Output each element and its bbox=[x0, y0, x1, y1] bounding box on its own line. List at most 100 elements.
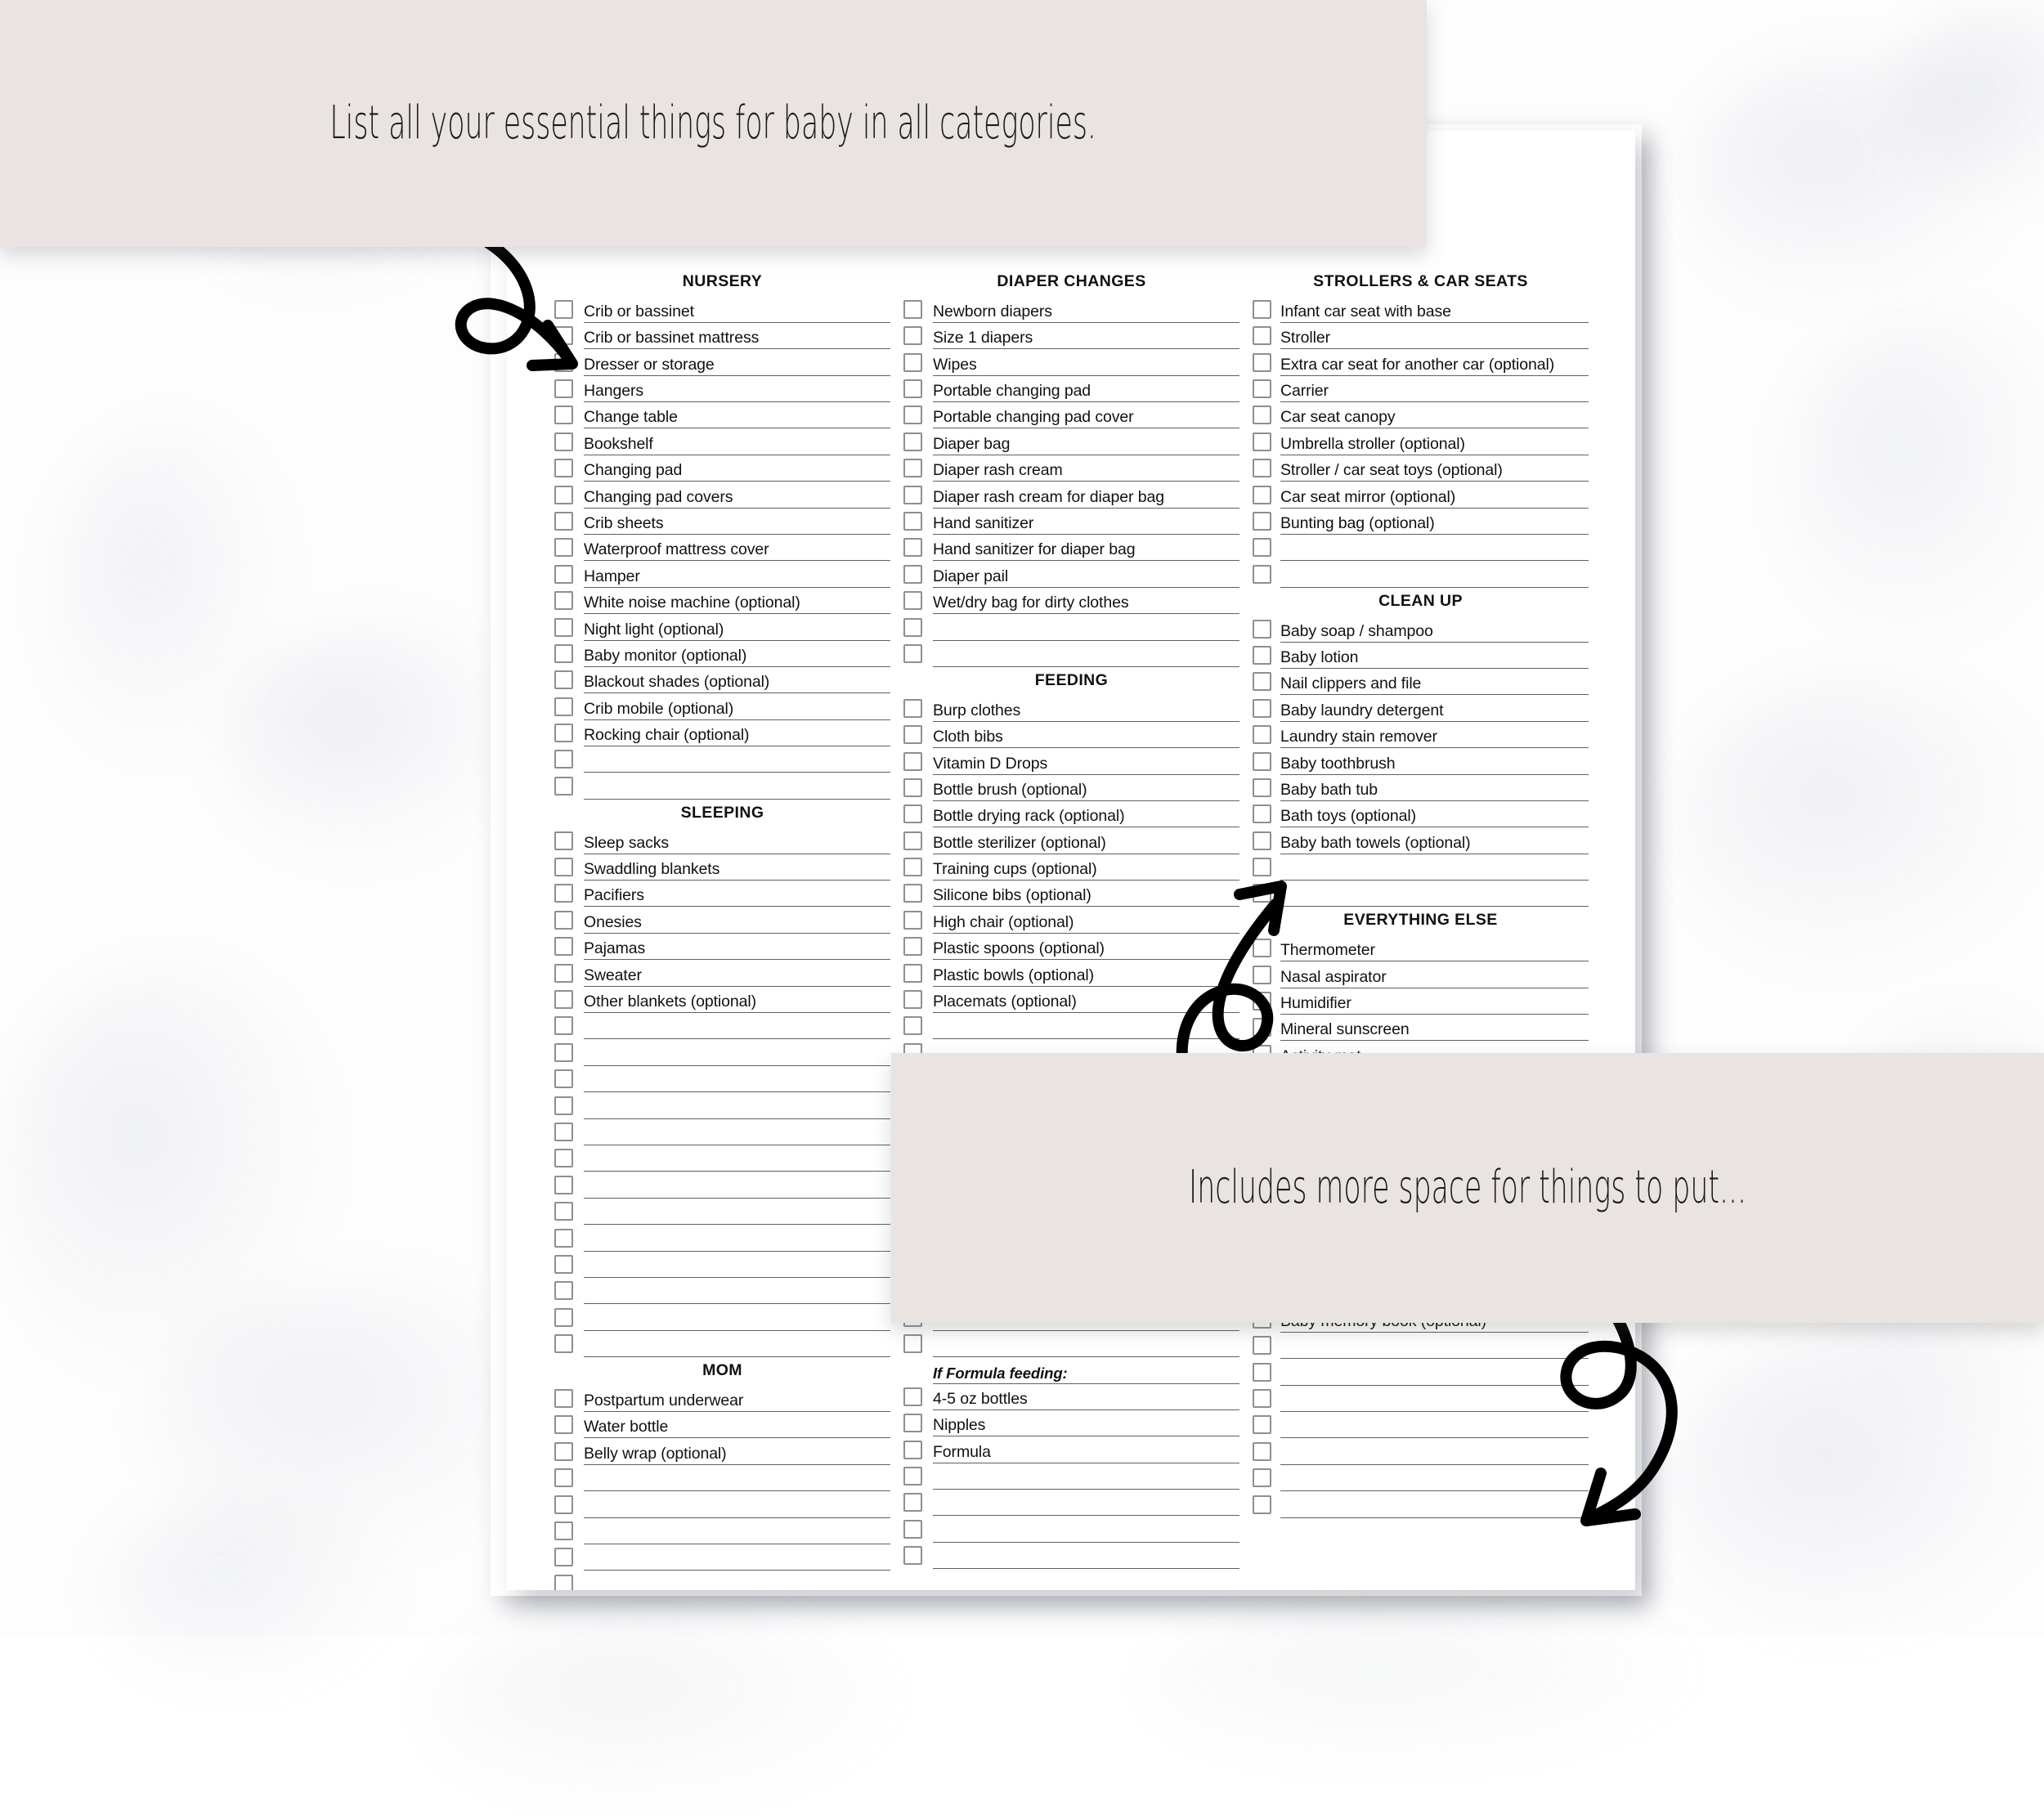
checklist-write-line[interactable]: Night light (optional) bbox=[584, 619, 890, 641]
checkbox-icon[interactable] bbox=[903, 831, 922, 850]
checklist-write-line[interactable]: Onesies bbox=[584, 912, 890, 934]
checkbox-icon[interactable] bbox=[554, 485, 573, 504]
checkbox-icon[interactable] bbox=[554, 1388, 573, 1408]
checkbox-icon[interactable] bbox=[903, 432, 922, 451]
checkbox-icon[interactable] bbox=[554, 910, 573, 930]
checkbox-icon[interactable] bbox=[554, 1122, 573, 1141]
checklist-write-line[interactable]: Training cups (optional) bbox=[933, 858, 1239, 881]
checklist-write-line[interactable] bbox=[584, 1123, 890, 1145]
checkbox-icon[interactable] bbox=[1253, 965, 1271, 984]
checklist-write-line[interactable]: Bottle sterilizer (optional) bbox=[933, 832, 1239, 854]
checklist-write-line[interactable]: Baby soap / shampoo bbox=[1280, 621, 1589, 643]
checkbox-icon[interactable] bbox=[903, 326, 922, 346]
checklist-write-line[interactable]: Bottle drying rack (optional) bbox=[933, 805, 1239, 828]
checklist-write-line[interactable]: Hangers bbox=[584, 380, 890, 402]
checkbox-icon[interactable] bbox=[554, 724, 573, 743]
checkbox-icon[interactable] bbox=[903, 1467, 922, 1486]
checkbox-icon[interactable] bbox=[1253, 992, 1271, 1011]
checkbox-icon[interactable] bbox=[903, 937, 922, 957]
checklist-write-line[interactable]: Thermometer bbox=[1280, 939, 1589, 962]
checkbox-icon[interactable] bbox=[903, 698, 922, 718]
checklist-write-line[interactable]: Nipples bbox=[933, 1414, 1239, 1437]
checkbox-icon[interactable] bbox=[554, 1175, 573, 1194]
checklist-write-line[interactable] bbox=[584, 751, 890, 773]
checklist-write-line[interactable] bbox=[1280, 1390, 1589, 1412]
checklist-write-line[interactable]: Crib or bassinet mattress bbox=[584, 327, 890, 350]
checkbox-icon[interactable] bbox=[554, 432, 573, 451]
checklist-write-line[interactable] bbox=[1280, 1443, 1589, 1465]
checkbox-icon[interactable] bbox=[903, 459, 922, 478]
checkbox-icon[interactable] bbox=[554, 1281, 573, 1301]
checklist-write-line[interactable]: Baby toothbrush bbox=[1280, 753, 1589, 775]
checklist-write-line[interactable]: Water bottle bbox=[584, 1416, 890, 1439]
checkbox-icon[interactable] bbox=[903, 1414, 922, 1433]
checklist-write-line[interactable]: Car seat canopy bbox=[1280, 406, 1589, 429]
checklist-write-line[interactable]: Blackout shades (optional) bbox=[584, 671, 890, 694]
checkbox-icon[interactable] bbox=[554, 617, 573, 637]
checkbox-icon[interactable] bbox=[554, 1441, 573, 1461]
checkbox-icon[interactable] bbox=[1253, 858, 1271, 877]
checkbox-icon[interactable] bbox=[903, 910, 922, 930]
checkbox-icon[interactable] bbox=[554, 406, 573, 425]
checkbox-icon[interactable] bbox=[554, 379, 573, 398]
checkbox-icon[interactable] bbox=[1253, 485, 1271, 504]
checklist-write-line[interactable] bbox=[1280, 885, 1589, 908]
checklist-write-line[interactable]: Portable changing pad cover bbox=[933, 406, 1239, 429]
checklist-write-line[interactable]: Stroller bbox=[1280, 327, 1589, 350]
checkbox-icon[interactable] bbox=[1253, 645, 1271, 665]
checklist-write-line[interactable]: Cloth bibs bbox=[933, 726, 1239, 749]
checkbox-icon[interactable] bbox=[903, 485, 922, 504]
checklist-write-line[interactable] bbox=[933, 1521, 1239, 1543]
checkbox-icon[interactable] bbox=[903, 379, 922, 398]
checklist-write-line[interactable]: Belly wrap (optional) bbox=[584, 1443, 890, 1465]
checklist-write-line[interactable] bbox=[933, 645, 1239, 667]
checklist-write-line[interactable]: Wet/dry bag for dirty clothes bbox=[933, 592, 1239, 615]
checkbox-icon[interactable] bbox=[554, 1468, 573, 1488]
checklist-write-line[interactable] bbox=[933, 1494, 1239, 1517]
checkbox-icon[interactable] bbox=[554, 990, 573, 1010]
checkbox-icon[interactable] bbox=[1253, 1336, 1271, 1356]
checkbox-icon[interactable] bbox=[554, 1521, 573, 1540]
checklist-write-line[interactable] bbox=[584, 1496, 890, 1518]
checklist-write-line[interactable]: Other blankets (optional) bbox=[584, 991, 890, 1014]
checkbox-icon[interactable] bbox=[554, 1574, 573, 1590]
checklist-write-line[interactable] bbox=[1280, 566, 1589, 588]
checklist-write-line[interactable]: White noise machine (optional) bbox=[584, 592, 890, 615]
checklist-write-line[interactable]: Swaddling blankets bbox=[584, 858, 890, 881]
checkbox-icon[interactable] bbox=[554, 963, 573, 983]
checkbox-icon[interactable] bbox=[903, 299, 922, 319]
checkbox-icon[interactable] bbox=[903, 1493, 922, 1512]
checklist-write-line[interactable]: Bunting bag (optional) bbox=[1280, 513, 1589, 535]
checklist-write-line[interactable] bbox=[1280, 539, 1589, 562]
checklist-write-line[interactable]: Diaper bag bbox=[933, 433, 1239, 455]
checkbox-icon[interactable] bbox=[903, 1519, 922, 1539]
checklist-write-line[interactable] bbox=[1280, 1496, 1589, 1518]
checkbox-icon[interactable] bbox=[1253, 406, 1271, 425]
checklist-write-line[interactable]: Sleep sacks bbox=[584, 832, 890, 854]
checkbox-icon[interactable] bbox=[554, 1096, 573, 1115]
checkbox-icon[interactable] bbox=[1253, 778, 1271, 797]
checklist-write-line[interactable] bbox=[584, 778, 890, 800]
checklist-write-line[interactable]: Crib or bassinet bbox=[584, 301, 890, 323]
checklist-write-line[interactable]: Infant car seat with base bbox=[1280, 301, 1589, 323]
checklist-write-line[interactable] bbox=[1280, 858, 1589, 881]
checkbox-icon[interactable] bbox=[1253, 1415, 1271, 1435]
checklist-write-line[interactable] bbox=[584, 1150, 890, 1172]
checklist-write-line[interactable] bbox=[933, 1017, 1239, 1040]
checklist-write-line[interactable]: Hamper bbox=[584, 566, 890, 588]
checkbox-icon[interactable] bbox=[1253, 564, 1271, 584]
checklist-write-line[interactable] bbox=[584, 1203, 890, 1226]
checkbox-icon[interactable] bbox=[1253, 1441, 1271, 1461]
checklist-write-line[interactable] bbox=[584, 1522, 890, 1544]
checkbox-icon[interactable] bbox=[554, 1069, 573, 1089]
checkbox-icon[interactable] bbox=[1253, 804, 1271, 824]
checklist-write-line[interactable]: Change table bbox=[584, 406, 890, 429]
checklist-write-line[interactable]: Plastic bowls (optional) bbox=[933, 965, 1239, 987]
checkbox-icon[interactable] bbox=[554, 937, 573, 957]
checkbox-icon[interactable] bbox=[1253, 299, 1271, 319]
checklist-write-line[interactable]: Laundry stain remover bbox=[1280, 726, 1589, 749]
checkbox-icon[interactable] bbox=[1253, 698, 1271, 718]
checklist-write-line[interactable]: Extra car seat for another car (optional… bbox=[1280, 354, 1589, 376]
checkbox-icon[interactable] bbox=[1253, 725, 1271, 745]
checkbox-icon[interactable] bbox=[1253, 326, 1271, 346]
